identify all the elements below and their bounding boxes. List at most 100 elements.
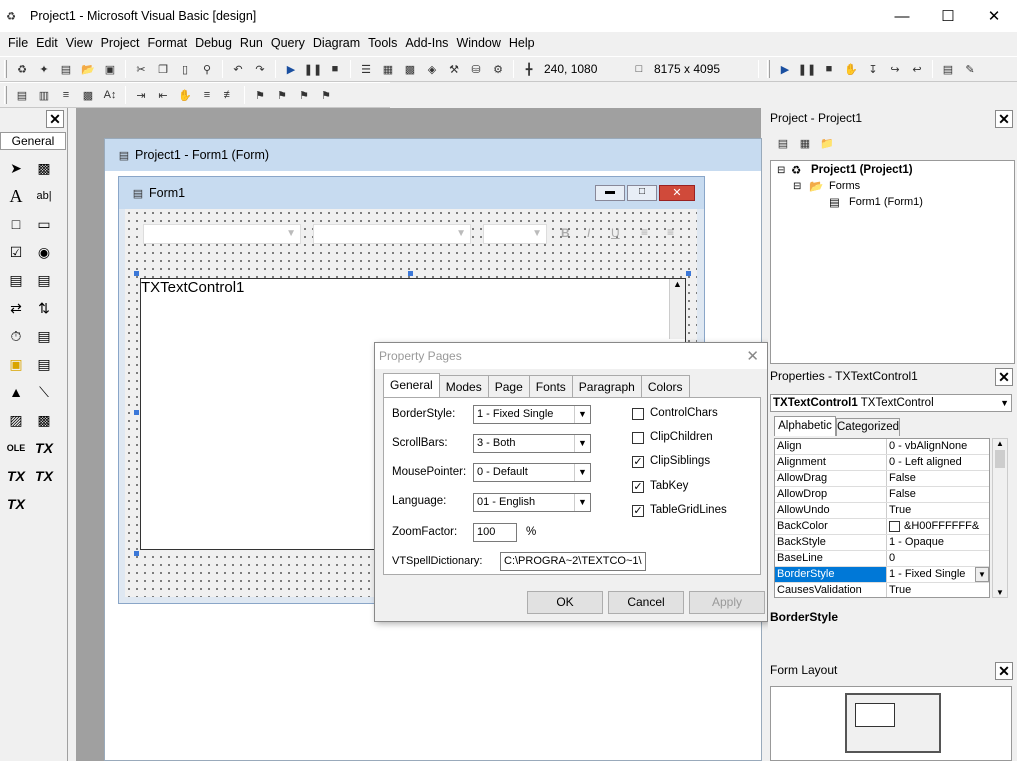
form-layout-icon[interactable]: ▩ [401, 60, 419, 78]
tablegridlines-checkbox[interactable]: ✓ [632, 505, 644, 517]
menu-window[interactable]: Window [456, 36, 500, 50]
toolbox-tab-general[interactable]: General [0, 132, 66, 150]
resize-handle-l[interactable] [134, 410, 139, 415]
undo-icon[interactable]: ↶ [229, 60, 247, 78]
debug-end-icon[interactable]: ■ [820, 60, 838, 78]
menu-add-ins[interactable]: Add-Ins [405, 36, 448, 50]
menu-query[interactable]: Query [271, 36, 305, 50]
resize-handle-tr[interactable] [686, 271, 691, 276]
clipchildren-checkbox[interactable] [632, 432, 644, 444]
dialog-close-icon[interactable]: ✕ [746, 347, 759, 365]
menu-format[interactable]: Format [147, 36, 187, 50]
filelist-tool-icon[interactable]: ▤ [32, 352, 56, 376]
toggle-folders-icon[interactable]: 📁 [818, 134, 836, 152]
spelldictionary-input[interactable]: C:\PROGRA~2\TEXTCO~1\ [500, 552, 646, 571]
menu-edit[interactable]: Edit [36, 36, 58, 50]
combobox-tool-icon[interactable]: ▤ [4, 268, 28, 292]
uncomment-block-icon[interactable]: ≢ [220, 86, 238, 104]
language-select[interactable]: 01 - English ▼ [473, 493, 591, 512]
view-code-icon[interactable]: ▤ [774, 134, 792, 152]
controlchars-checkbox[interactable] [632, 408, 644, 420]
form1-titlebar[interactable]: ▤ Form1 ▬ □ ✕ [119, 177, 704, 209]
menu-help[interactable]: Help [509, 36, 535, 50]
send-back-icon[interactable]: ▥ [35, 86, 53, 104]
scroll-up-icon[interactable]: ▲ [993, 439, 1007, 448]
project-close-icon[interactable]: ✕ [995, 110, 1013, 128]
timer-tool-icon[interactable]: ⏱ [4, 324, 28, 348]
find-icon[interactable]: ⚲ [198, 60, 216, 78]
bold-icon[interactable]: B [561, 226, 570, 240]
size-combo[interactable]: ▼ [313, 224, 471, 244]
menu-run[interactable]: Run [240, 36, 263, 50]
table-row[interactable]: BaseLine 0 [775, 551, 989, 567]
align-icon[interactable]: ≡ [57, 86, 75, 104]
tx-tool-2-icon[interactable]: TX [4, 464, 28, 488]
tx-tool-3-icon[interactable]: TX [32, 464, 56, 488]
toggle-breakpoint-2-icon[interactable]: ✋ [176, 86, 194, 104]
align-right-icon[interactable]: ≡ [667, 225, 674, 239]
ole-tool-icon[interactable]: OLE [4, 436, 28, 460]
ok-button[interactable]: OK [527, 591, 603, 614]
comment-block-icon[interactable]: ≡ [198, 86, 216, 104]
close-button[interactable]: ✕ [971, 0, 1017, 32]
image-tool-icon[interactable]: ▨ [4, 408, 28, 432]
tab-colors[interactable]: Colors [640, 375, 690, 397]
indent-icon[interactable]: ⇥ [132, 86, 150, 104]
menu-project[interactable]: Project [101, 36, 140, 50]
resize-handle-bl[interactable] [134, 551, 139, 556]
maximize-button[interactable]: ☐ [925, 0, 971, 32]
tx-tool-1-icon[interactable]: TX [32, 436, 56, 460]
cancel-button[interactable]: Cancel [608, 591, 684, 614]
paste-icon[interactable]: ▯ [176, 60, 194, 78]
form-preview[interactable] [855, 703, 895, 727]
menu-file[interactable]: File [8, 36, 28, 50]
minimize-button[interactable]: — [879, 0, 925, 32]
start-icon[interactable]: ▶ [282, 60, 300, 78]
table-row[interactable]: BackColor &H00FFFFFF& [775, 519, 989, 535]
pointer-tool-icon[interactable]: ➤ [4, 156, 28, 180]
tab-modes[interactable]: Modes [438, 375, 489, 397]
line-tool-icon[interactable]: ⟍ [32, 380, 56, 404]
redo-icon[interactable]: ↷ [251, 60, 269, 78]
cut-icon[interactable]: ✂ [132, 60, 150, 78]
scroll-thumb[interactable] [995, 450, 1005, 468]
tabkey-checkbox[interactable]: ✓ [632, 481, 644, 493]
collapse-icon[interactable]: ⊟ [777, 165, 785, 176]
tab-alphabetic[interactable]: Alphabetic [774, 416, 836, 436]
tree-forms-folder[interactable]: Forms [829, 180, 860, 192]
table-row[interactable]: AllowDrop False [775, 487, 989, 503]
tree-project-root[interactable]: Project1 (Project1) [811, 164, 913, 176]
txtextcontrol-scrollbar[interactable]: ▲ [669, 279, 685, 339]
immediate-icon[interactable]: ✎ [961, 60, 979, 78]
hscrollbar-tool-icon[interactable]: ⇄ [4, 296, 28, 320]
drivelist-tool-icon[interactable]: ▤ [32, 324, 56, 348]
copy-icon[interactable]: ❐ [154, 60, 172, 78]
save-icon[interactable]: ▣ [101, 60, 119, 78]
toolbox-close-icon[interactable]: ✕ [46, 110, 64, 128]
align-left-icon[interactable]: ≡ [641, 225, 648, 239]
tree-form1-item[interactable]: Form1 (Form1) [849, 196, 923, 208]
bring-front-icon[interactable]: ▤ [13, 86, 31, 104]
end-icon[interactable]: ■ [326, 60, 344, 78]
table-row[interactable]: CausesValidation True [775, 583, 989, 597]
form1-minimize-icon[interactable]: ▬ [595, 185, 625, 201]
shape-tool-icon[interactable]: ▲ [4, 380, 28, 404]
clear-bookmarks-icon[interactable]: ⚑ [317, 86, 335, 104]
center-icon[interactable]: ▩ [79, 86, 97, 104]
open-icon[interactable]: 📂 [79, 60, 97, 78]
object-browser-icon[interactable]: ◈ [423, 60, 441, 78]
next-bookmark-icon[interactable]: ⚑ [273, 86, 291, 104]
tx-tool-4-icon[interactable]: TX [4, 492, 28, 516]
debug-break-icon[interactable]: ❚❚ [798, 60, 816, 78]
project-explorer-icon[interactable]: ☰ [357, 60, 375, 78]
bookmark-icon[interactable]: ⚑ [251, 86, 269, 104]
view-object-icon[interactable]: ▦ [796, 134, 814, 152]
tab-fonts[interactable]: Fonts [528, 375, 573, 397]
collapse-forms-icon[interactable]: ⊟ [793, 181, 801, 192]
menu-diagram[interactable]: Diagram [313, 36, 360, 50]
component-manager-icon[interactable]: ⚙ [489, 60, 507, 78]
menu-view[interactable]: View [66, 36, 93, 50]
form1-close-icon[interactable]: ✕ [659, 185, 695, 201]
tab-general[interactable]: General [383, 373, 440, 397]
zoomfactor-input[interactable]: 100 [473, 523, 517, 542]
